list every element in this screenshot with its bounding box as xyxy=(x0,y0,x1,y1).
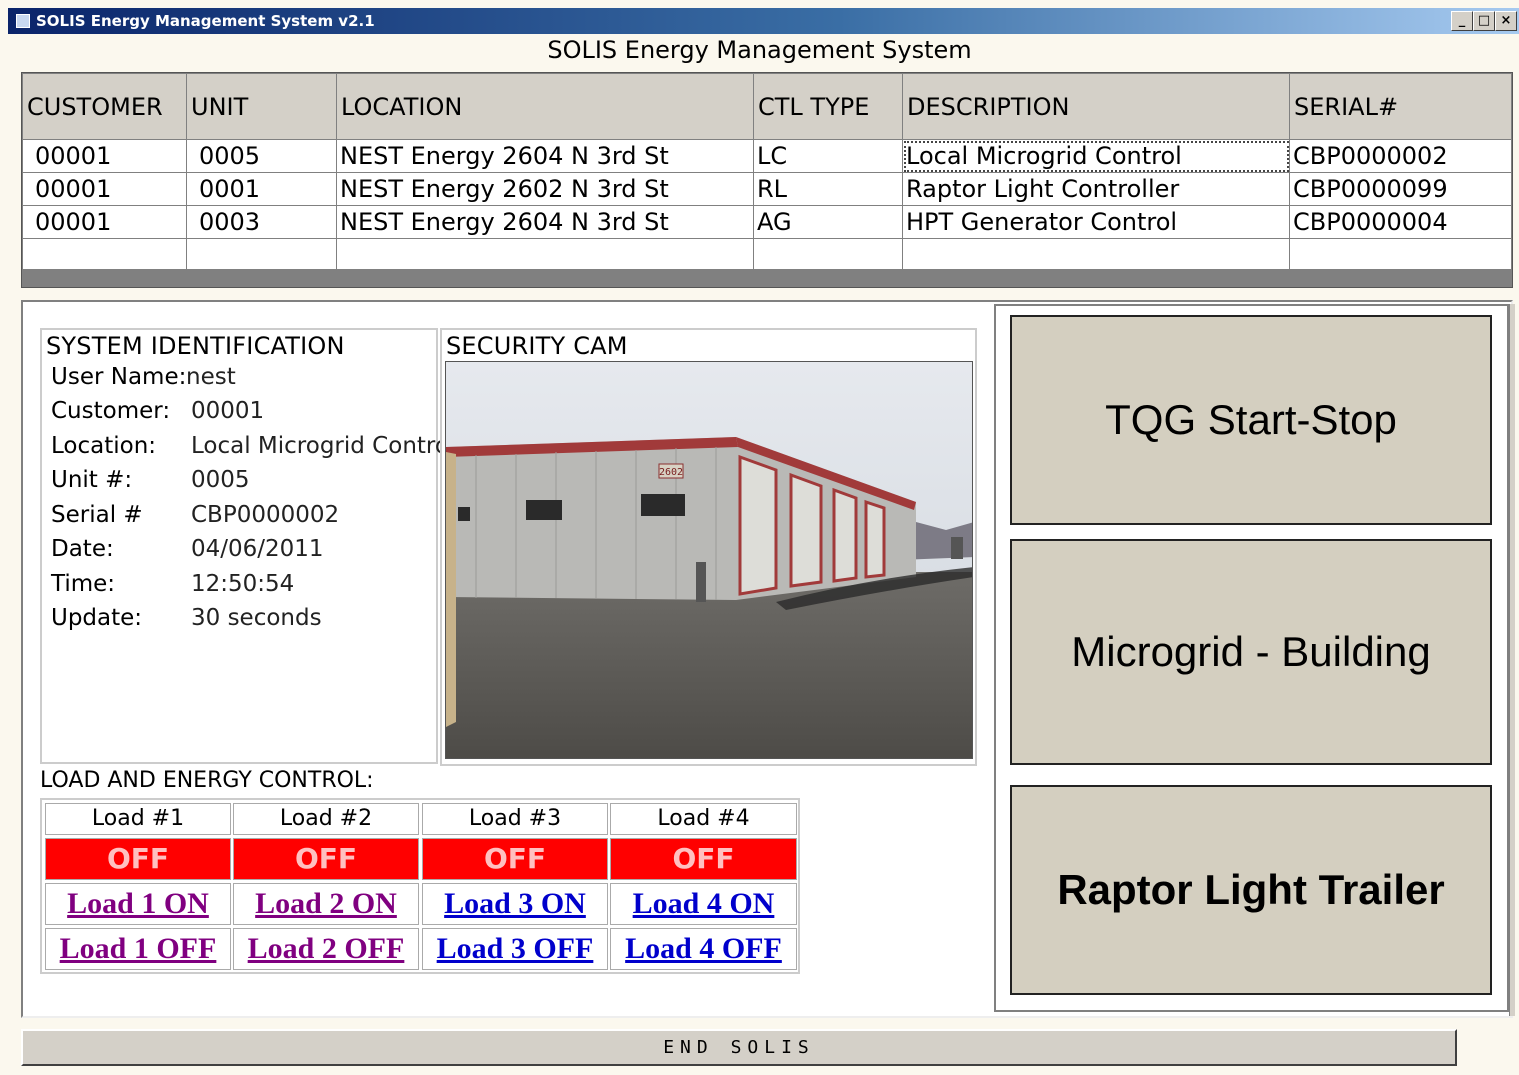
field-label: Customer: xyxy=(51,398,171,424)
load-3-status-badge: OFF xyxy=(422,838,608,880)
load-1-off-link[interactable]: Load 1 OFF xyxy=(45,928,231,970)
grid-header-row: CUSTOMER UNIT LOCATION CTL TYPE DESCRIPT… xyxy=(22,73,1512,140)
building-sign-text: 2602 xyxy=(659,467,683,478)
units-grid[interactable]: CUSTOMER UNIT LOCATION CTL TYPE DESCRIPT… xyxy=(21,72,1513,288)
field-label: User Name: xyxy=(51,364,187,390)
field-value: 04/06/2011 xyxy=(191,536,324,562)
load-2-off-link[interactable]: Load 2 OFF xyxy=(233,928,419,970)
field-time: Time: 12:50:54 xyxy=(51,571,294,597)
maximize-button[interactable]: □ xyxy=(1473,11,1495,31)
column-header-location[interactable]: LOCATION xyxy=(336,73,754,140)
cell-location[interactable]: NEST Energy 2602 N 3rd St xyxy=(336,172,754,206)
cell-customer[interactable]: 00001 xyxy=(22,205,187,239)
field-value: nest xyxy=(186,364,236,390)
cell-unit[interactable]: 0001 xyxy=(186,172,337,206)
load-control-heading: LOAD AND ENERGY CONTROL: xyxy=(40,768,374,793)
field-customer: Customer: 00001 xyxy=(51,398,264,424)
window-title-bar: SOLIS Energy Management System v2.1 _ □ … xyxy=(8,8,1519,34)
load-2-status-badge: OFF xyxy=(233,838,419,880)
field-value: 00001 xyxy=(191,398,265,424)
table-row[interactable]: 00001 0001 NEST Energy 2602 N 3rd St RL … xyxy=(22,172,1512,206)
load-2-name: Load #2 xyxy=(233,803,419,835)
cell-description[interactable]: Local Microgrid Control xyxy=(902,139,1290,173)
cell-unit[interactable]: 0003 xyxy=(186,205,337,239)
column-header-customer[interactable]: CUSTOMER xyxy=(22,73,187,140)
cell-serial[interactable]: CBP0000002 xyxy=(1289,139,1512,173)
field-label: Serial # xyxy=(51,502,143,528)
panel-scrollbar[interactable] xyxy=(1509,304,1515,1016)
cell-customer[interactable]: 00001 xyxy=(22,172,187,206)
load-4-on-link[interactable]: Load 4 ON xyxy=(610,883,797,925)
cell-empty[interactable] xyxy=(22,238,187,272)
window-title: SOLIS Energy Management System v2.1 xyxy=(36,12,375,30)
system-identification-panel: SYSTEM IDENTIFICATION User Name:nest Cus… xyxy=(40,328,455,764)
load-4-name: Load #4 xyxy=(610,803,797,835)
security-cam-heading: SECURITY CAM xyxy=(446,332,628,360)
field-label: Location: xyxy=(51,433,157,459)
cell-location[interactable]: NEST Energy 2604 N 3rd St xyxy=(336,139,754,173)
system-identification-heading: SYSTEM IDENTIFICATION xyxy=(46,332,345,360)
cell-serial[interactable]: CBP0000004 xyxy=(1289,205,1512,239)
field-value: 30 seconds xyxy=(191,605,322,631)
field-serial: Serial # CBP0000002 xyxy=(51,502,339,528)
table-row[interactable]: 00001 0003 NEST Energy 2604 N 3rd St AG … xyxy=(22,205,1512,239)
cell-ctl-type[interactable]: AG xyxy=(753,205,903,239)
load-3-name: Load #3 xyxy=(422,803,608,835)
table-row-empty[interactable] xyxy=(22,238,1512,272)
load-4-status-badge: OFF xyxy=(610,838,797,880)
app-icon xyxy=(16,14,30,28)
cell-unit[interactable]: 0005 xyxy=(186,139,337,173)
load-1-name: Load #1 xyxy=(45,803,231,835)
security-cam-panel: SECURITY CAM 2602 xyxy=(440,328,977,766)
load-1-status-badge: OFF xyxy=(45,838,231,880)
cell-description[interactable]: HPT Generator Control xyxy=(902,205,1290,239)
field-update: Update: 30 seconds xyxy=(51,605,322,631)
load-3-on-link[interactable]: Load 3 ON xyxy=(422,883,608,925)
cell-empty[interactable] xyxy=(186,238,337,272)
cell-empty[interactable] xyxy=(336,238,754,272)
cell-empty[interactable] xyxy=(1289,238,1512,272)
field-value: 0005 xyxy=(191,467,250,493)
field-label: Unit #: xyxy=(51,467,133,493)
column-header-ctl-type[interactable]: CTL TYPE xyxy=(753,73,903,140)
tqg-start-stop-button[interactable]: TQG Start-Stop xyxy=(1010,315,1492,525)
field-location: Location: Local Microgrid Control xyxy=(51,433,455,459)
cell-empty[interactable] xyxy=(902,238,1290,272)
field-value: CBP0000002 xyxy=(191,502,340,528)
cell-customer[interactable]: 00001 xyxy=(22,139,187,173)
field-user-name: User Name:nest xyxy=(51,364,236,390)
cell-serial[interactable]: CBP0000099 xyxy=(1289,172,1512,206)
load-3-off-link[interactable]: Load 3 OFF xyxy=(422,928,608,970)
cell-description[interactable]: Raptor Light Controller xyxy=(902,172,1290,206)
grid-footer-strip xyxy=(22,269,1512,287)
load-4-off-link[interactable]: Load 4 OFF xyxy=(610,928,797,970)
column-header-unit[interactable]: UNIT xyxy=(186,73,337,140)
window-controls: _ □ × xyxy=(1451,11,1517,31)
cell-ctl-type[interactable]: RL xyxy=(753,172,903,206)
security-cam-image[interactable]: 2602 xyxy=(445,361,973,759)
close-button[interactable]: × xyxy=(1495,11,1517,31)
cell-location[interactable]: NEST Energy 2604 N 3rd St xyxy=(336,205,754,239)
cell-empty[interactable] xyxy=(753,238,903,272)
load-control-table: Load #1 Load #2 Load #3 Load #4 OFF OFF … xyxy=(40,798,800,974)
cell-ctl-type[interactable]: LC xyxy=(753,139,903,173)
page-title: SOLIS Energy Management System xyxy=(547,36,972,64)
building-photo-icon: 2602 xyxy=(446,362,972,758)
table-row[interactable]: 00001 0005 NEST Energy 2604 N 3rd St LC … xyxy=(22,139,1512,173)
minimize-button[interactable]: _ xyxy=(1451,11,1473,31)
field-label: Date: xyxy=(51,536,114,562)
microgrid-building-button[interactable]: Microgrid - Building xyxy=(1010,539,1492,765)
field-date: Date: 04/06/2011 xyxy=(51,536,324,562)
load-1-on-link[interactable]: Load 1 ON xyxy=(45,883,231,925)
raptor-light-trailer-button[interactable]: Raptor Light Trailer xyxy=(1010,785,1492,995)
column-header-serial[interactable]: SERIAL# xyxy=(1289,73,1512,140)
column-header-description[interactable]: DESCRIPTION xyxy=(902,73,1290,140)
end-solis-button[interactable]: END SOLIS xyxy=(21,1029,1457,1066)
field-label: Time: xyxy=(51,571,116,597)
field-value: Local Microgrid Control xyxy=(191,433,456,459)
field-value: 12:50:54 xyxy=(191,571,295,597)
load-2-on-link[interactable]: Load 2 ON xyxy=(233,883,419,925)
field-label: Update: xyxy=(51,605,143,631)
field-unit: Unit #: 0005 xyxy=(51,467,250,493)
